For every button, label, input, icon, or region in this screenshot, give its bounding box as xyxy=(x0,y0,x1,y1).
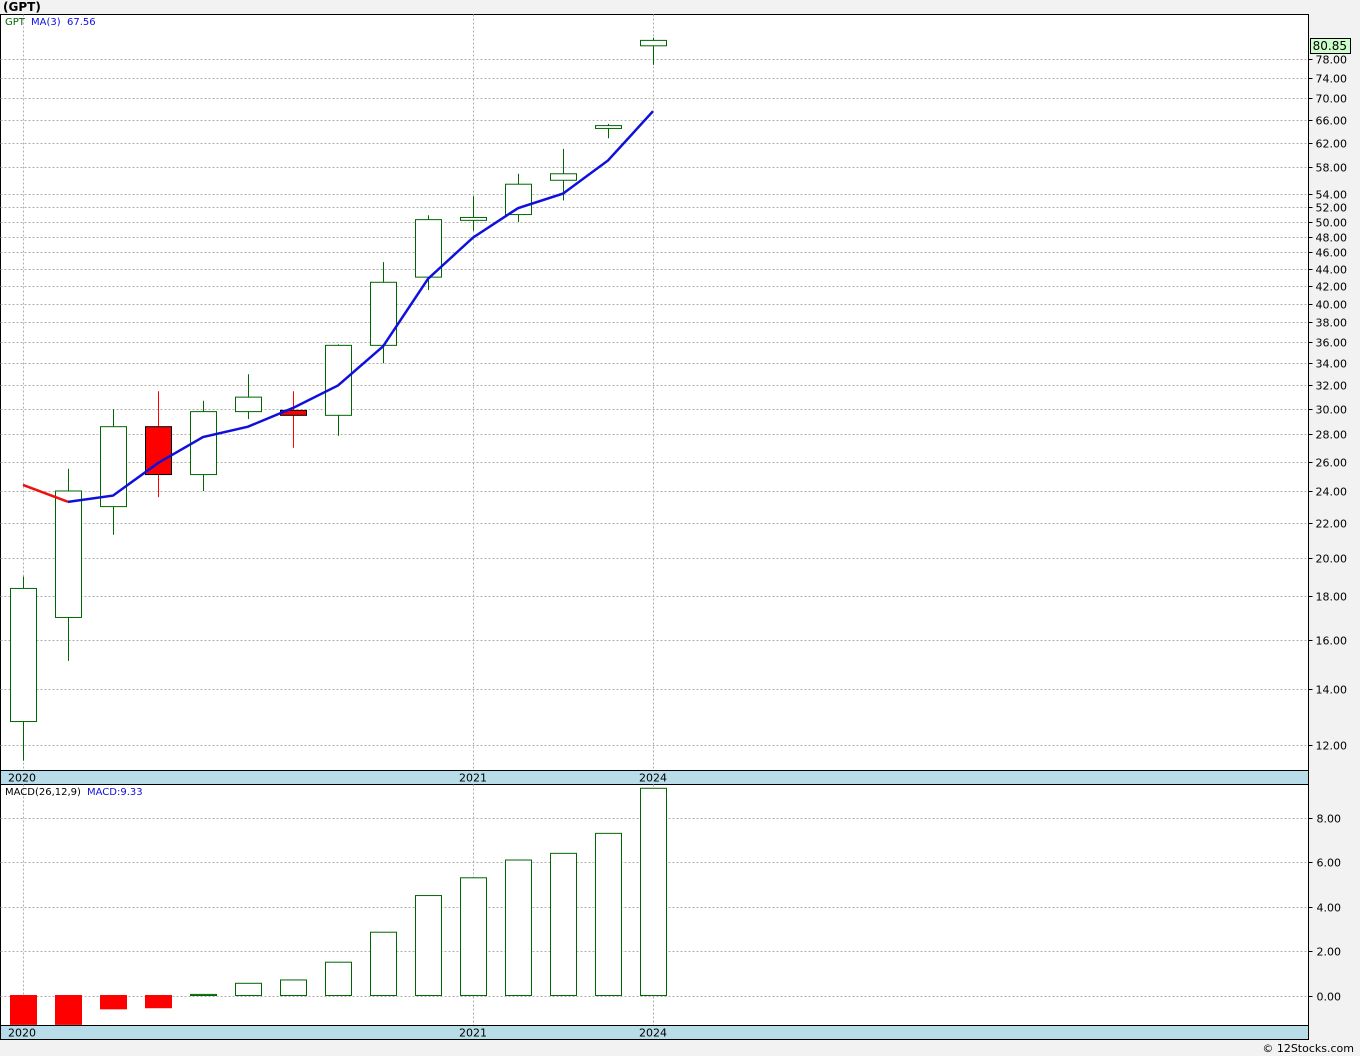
macd-bar xyxy=(235,982,262,997)
last-price-tag: 80.85 xyxy=(1310,38,1351,54)
macd-bar xyxy=(640,787,667,997)
candle-body xyxy=(550,173,577,181)
macd-y-tick-label: 6.00 xyxy=(1317,857,1342,870)
price-y-tick-label: 50.00 xyxy=(1316,217,1348,230)
candle-body xyxy=(235,396,262,413)
price-y-tick-label: 20.00 xyxy=(1316,553,1348,566)
price-y-tick-label: 54.00 xyxy=(1316,189,1348,202)
price-y-tick-label: 30.00 xyxy=(1316,404,1348,417)
macd-bar xyxy=(145,995,172,1009)
macd-legend-label: MACD(26,12,9) xyxy=(5,787,81,798)
macd-bar xyxy=(280,979,307,997)
price-y-tick-label: 74.00 xyxy=(1316,73,1348,86)
price-y-tick-label: 24.00 xyxy=(1316,486,1348,499)
macd-legend-value: MACD:9.33 xyxy=(87,787,143,798)
price-y-tick-label: 58.00 xyxy=(1316,162,1348,175)
macd-bar xyxy=(55,995,82,1025)
price-y-tick-label: 40.00 xyxy=(1316,299,1348,312)
legend-ma-label: MA(3) xyxy=(31,17,61,28)
price-y-tick-label: 34.00 xyxy=(1316,358,1348,371)
price-y-tick-label: 18.00 xyxy=(1316,591,1348,604)
price-y-tick-label: 70.00 xyxy=(1316,93,1348,106)
candle-body xyxy=(55,490,82,618)
copyright-text: © 12Stocks.com xyxy=(1262,1042,1354,1055)
legend-symbol: GPT xyxy=(5,17,26,28)
macd-bar xyxy=(595,832,622,997)
candle-body xyxy=(325,344,352,416)
macd-bar xyxy=(10,995,37,1025)
price-y-tick-label: 78.00 xyxy=(1316,54,1348,67)
price-y-tick-label: 14.00 xyxy=(1316,684,1348,697)
price-y-axis: 12.00 14.00 16.00 18.00 20.00 22.00 24.00 26.00… xyxy=(1308,54,1348,753)
price-y-tick-label: 32.00 xyxy=(1316,380,1348,393)
macd-bar xyxy=(505,859,532,997)
candle-body xyxy=(595,125,622,129)
price-y-tick-label: 62.00 xyxy=(1316,138,1348,151)
candle-body xyxy=(505,183,532,216)
candle-body xyxy=(640,39,667,47)
macd-bar xyxy=(325,961,352,997)
price-legend: GPT MA(3) 67.56 xyxy=(5,17,96,28)
macd-y-tick-label: 8.00 xyxy=(1317,813,1342,826)
price-y-tick-label: 66.00 xyxy=(1316,115,1348,128)
macd-y-tick-label: 4.00 xyxy=(1317,902,1342,915)
macd-bar xyxy=(370,931,397,997)
macd-legend: MACD(26,12,9) MACD:9.33 xyxy=(5,787,143,798)
candle-body xyxy=(10,587,37,723)
price-y-tick-label: 28.00 xyxy=(1316,429,1348,442)
price-plot-area xyxy=(0,14,1309,771)
chart-canvas: 12.00 14.00 16.00 18.00 20.00 22.00 24.00 26.00… xyxy=(0,14,1351,1040)
macd-bar xyxy=(415,895,442,997)
price-x-label: 2024 xyxy=(639,772,667,785)
macd-panel: 0.00 2.00 4.00 6.00 8.00 2020 2021 2024 MACD(2… xyxy=(0,784,1342,1040)
price-y-tick-label: 42.00 xyxy=(1316,281,1348,294)
macd-y-tick-label: 2.00 xyxy=(1317,946,1342,959)
price-y-tick-label: 22.00 xyxy=(1316,518,1348,531)
price-panel: 12.00 14.00 16.00 18.00 20.00 22.00 24.00 26.00… xyxy=(0,14,1351,785)
macd-bar xyxy=(100,995,127,1010)
price-y-tick-label: 36.00 xyxy=(1316,337,1348,350)
price-x-label: 2021 xyxy=(459,772,487,785)
candle-body xyxy=(370,281,397,346)
price-y-tick-label: 52.00 xyxy=(1316,202,1348,215)
macd-bar xyxy=(550,852,577,997)
price-x-label: 2020 xyxy=(8,772,36,785)
macd-x-label: 2020 xyxy=(8,1027,36,1040)
price-y-tick-label: 26.00 xyxy=(1316,457,1348,470)
candle-body xyxy=(460,216,487,221)
price-y-tick-label: 12.00 xyxy=(1316,740,1348,753)
price-y-tick-label: 44.00 xyxy=(1316,264,1348,277)
last-price-label: 80.85 xyxy=(1313,39,1347,53)
macd-x-label: 2021 xyxy=(459,1027,487,1040)
legend-ma-value: 67.56 xyxy=(67,17,96,28)
price-y-tick-label: 46.00 xyxy=(1316,247,1348,260)
price-y-tick-label: 48.00 xyxy=(1316,232,1348,245)
macd-y-axis: 0.00 2.00 4.00 6.00 8.00 xyxy=(1308,813,1342,1004)
macd-x-label: 2024 xyxy=(639,1027,667,1040)
price-y-tick-label: 38.00 xyxy=(1316,317,1348,330)
macd-bar xyxy=(190,993,217,997)
macd-bar xyxy=(460,877,487,997)
candle-body xyxy=(145,426,172,476)
macd-y-tick-label: 0.00 xyxy=(1317,991,1342,1004)
price-y-tick-label: 16.00 xyxy=(1316,635,1348,648)
